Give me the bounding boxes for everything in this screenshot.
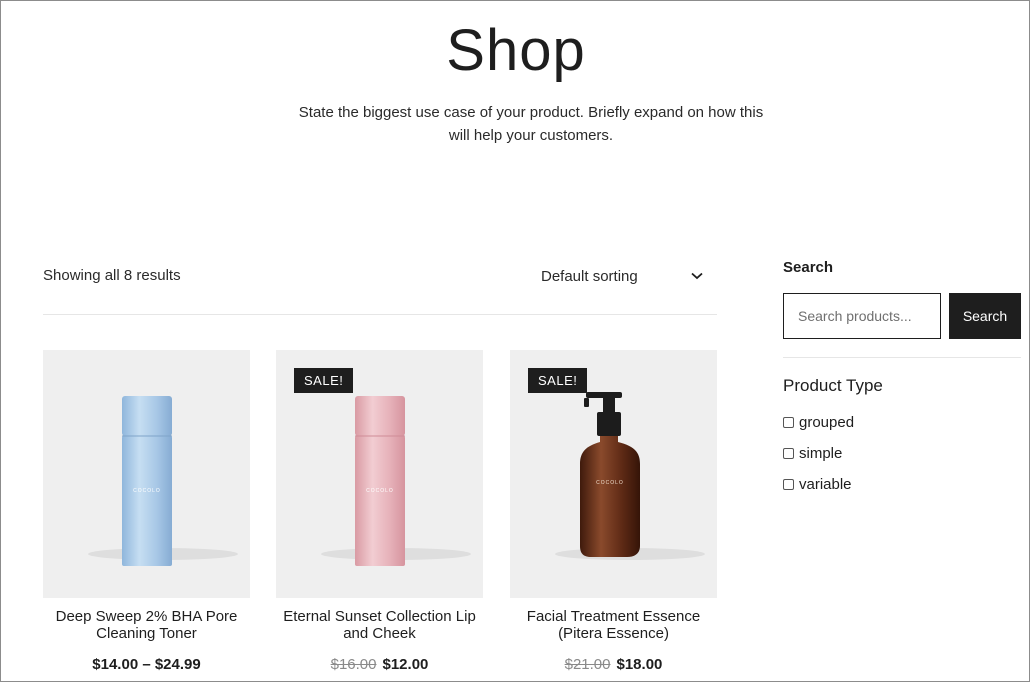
checkbox[interactable] [783, 448, 794, 459]
product-name[interactable]: Facial Treatment Essence (Pitera Essence… [510, 608, 717, 642]
bottle-label: COCOLO [596, 480, 624, 486]
sale-badge: SALE! [294, 368, 354, 393]
search-heading: Search [783, 259, 834, 276]
sale-badge: SALE! [528, 368, 588, 393]
product-price-old: $16.00 [330, 656, 377, 673]
product-type-label: simple [799, 445, 843, 462]
bottle-label: COCOLO [366, 488, 394, 494]
search-button[interactable]: Search [949, 293, 1021, 339]
product-price-old: $21.00 [564, 656, 611, 673]
sidebar-divider [783, 357, 1021, 358]
page-description: State the biggest use case of your produ… [298, 104, 764, 144]
product-name[interactable]: Deep Sweep 2% BHA Pore Cleaning Toner [43, 608, 250, 642]
bottle-label: COCOLO [133, 488, 161, 494]
product-image[interactable]: COCOLO SALE! [276, 350, 483, 598]
sidebar: Search Search Product Type grouped simpl… [783, 259, 1021, 493]
product-image[interactable]: COCOLO [43, 350, 250, 598]
product-card[interactable]: COCOLO SALE! Facial Treatment Essence (P… [510, 350, 717, 673]
product-name[interactable]: Eternal Sunset Collection Lip and Cheek [276, 608, 483, 642]
product-type-label: variable [799, 476, 852, 493]
checkbox[interactable] [783, 417, 794, 428]
toolbar-divider [43, 314, 717, 315]
product-type-option-variable[interactable]: variable [783, 476, 1021, 493]
result-count: Showing all 8 results [43, 267, 181, 284]
product-price: $21.00 $18.00 [510, 656, 717, 673]
search-input[interactable] [783, 293, 941, 339]
product-price: $16.00 $12.00 [276, 656, 483, 673]
chevron-down-icon [691, 272, 703, 280]
product-price-current: $18.00 [616, 656, 663, 673]
product-type-label: grouped [799, 414, 855, 431]
checkbox[interactable] [783, 479, 794, 490]
search-form: Search [783, 293, 1021, 339]
page-title: Shop [446, 18, 586, 83]
product-price-current: $14.00 – $24.99 [92, 656, 201, 673]
product-type-heading: Product Type [783, 376, 883, 395]
product-type-option-simple[interactable]: simple [783, 445, 1021, 462]
product-type-option-grouped[interactable]: grouped [783, 414, 1021, 431]
page-frame: Shop State the biggest use case of your … [0, 0, 1030, 682]
product-card[interactable]: COCOLO SALE! Eternal Sunset Collection L… [276, 350, 483, 673]
sort-dropdown[interactable]: Default sorting [531, 263, 717, 289]
product-bottle-image: COCOLO [88, 396, 238, 566]
product-price-current: $12.00 [382, 656, 429, 673]
product-price: $14.00 – $24.99 [43, 656, 250, 673]
product-card[interactable]: COCOLO Deep Sweep 2% BHA Pore Cleaning T… [43, 350, 250, 673]
product-image[interactable]: COCOLO SALE! [510, 350, 717, 598]
sort-dropdown-label: Default sorting [541, 267, 638, 285]
